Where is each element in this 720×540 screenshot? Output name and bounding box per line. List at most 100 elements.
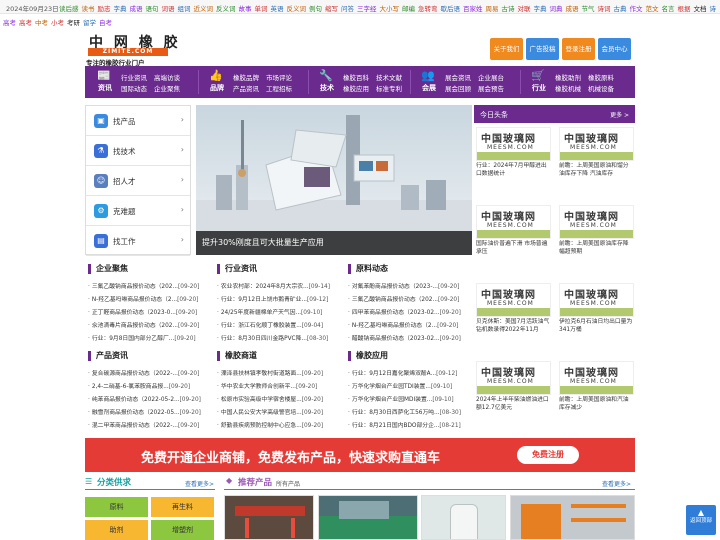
headline-card[interactable]: 中国玻璃网 MEESM.COM 国际油价普遍下滑 市场普遍承压	[476, 205, 551, 261]
nav-link[interactable]: 工程招标	[266, 83, 292, 93]
top-link[interactable]: 单词	[255, 5, 268, 13]
headline-card[interactable]: 中国玻璃网 MEESM.COM 2024年上半年柴油燃油进口额12.7亿美元	[476, 361, 551, 417]
headline-card[interactable]: 中国玻璃网 MEESM.COM 伊拉克6月石油日均出口量为341万桶	[559, 283, 634, 339]
headline-card[interactable]: 中国玻璃网 MEESM.COM 前瞻：上周美国原油和馏分油库存下降 汽油库存	[559, 127, 634, 183]
header-button[interactable]: 关于我们	[490, 38, 523, 60]
top-link[interactable]: 百家姓	[463, 5, 483, 13]
top-link[interactable]: 英语	[271, 5, 284, 13]
headline-more-link[interactable]: 更多 >	[610, 110, 629, 119]
top-link[interactable]: 古诗	[502, 5, 515, 13]
news-item[interactable]: · 复合碳源商品报价动态（2022-...[09-20]	[88, 368, 199, 377]
top-link[interactable]: 励志	[98, 5, 111, 13]
nav-group-name[interactable]: 品牌	[205, 83, 229, 93]
top-link[interactable]: 问答	[341, 5, 354, 13]
top-link[interactable]: 字典	[534, 5, 547, 13]
top-link[interactable]: 组词	[178, 5, 191, 13]
left-menu-item[interactable]: ⚗ 找技术 ›	[86, 136, 190, 166]
top-link[interactable]: 根据	[678, 5, 691, 13]
top-link[interactable]: 节气	[582, 5, 595, 13]
register-ad-banner[interactable]: 免费开通企业商铺，免费发布产品，快速求购直通车 免费注册	[85, 438, 635, 472]
top-link[interactable]: 诗词	[598, 5, 611, 13]
product-all-link[interactable]: 所有产品	[276, 479, 300, 488]
news-item[interactable]: · 2,4-二硝基-6-氯苯胺商品报...[09-20]	[88, 381, 190, 390]
category-tile[interactable]: 助剂	[85, 520, 148, 540]
news-item[interactable]: · 行业：9月8日国内部分乙醇厂...[09-20]	[88, 333, 196, 342]
top-link[interactable]: 歇后语	[441, 5, 461, 13]
register-button[interactable]: 免费注册	[517, 446, 579, 464]
nav-link[interactable]: 企业展台	[478, 72, 504, 82]
nav-group-name[interactable]: 资讯	[93, 83, 117, 93]
header-button[interactable]: 会员中心	[598, 38, 631, 60]
product-more-link[interactable]: 查看更多>	[602, 479, 631, 488]
news-item[interactable]: · 醋酸钠商品报价动态（2023-02...[09-20]	[348, 333, 461, 342]
top-link[interactable]: 大小写	[380, 5, 400, 13]
news-item[interactable]: · 三氟乙酸钠商品报价动态（202...[09-20]	[348, 294, 459, 303]
nav-group-name[interactable]: 技术	[315, 83, 339, 93]
exam-link[interactable]: 考研	[67, 19, 80, 27]
category-more-link[interactable]: 查看更多>	[185, 479, 214, 488]
product-thumb[interactable]	[421, 495, 506, 540]
nav-link[interactable]: 产品资讯	[233, 83, 259, 93]
exam-link[interactable]: 高考	[3, 19, 16, 27]
nav-link[interactable]: 展会回顾	[445, 83, 471, 93]
news-item[interactable]: · 万华化学烟台产业园MDI装置...[09-10]	[348, 394, 454, 403]
left-menu-item[interactable]: ▣ 找产品 ›	[86, 106, 190, 136]
news-item[interactable]: · 行业：浙江石化顺丁橡胶装置...[09-04]	[217, 320, 323, 329]
top-link[interactable]: 古典	[614, 5, 627, 13]
top-link[interactable]: 反义词	[287, 5, 307, 13]
news-item[interactable]: · 四甲苯商品报价动态（2023-02...[09-20]	[348, 307, 461, 316]
news-item[interactable]: · 混二甲苯商品报价动态（2022-...[09-20]	[88, 420, 199, 429]
news-item[interactable]: · 纯苯商品报价动态（2022-05-2...[09-20]	[88, 394, 201, 403]
news-item[interactable]: · 24/25年度新疆棉单产天气因...[09-10]	[217, 307, 322, 316]
nav-link[interactable]: 橡胶原料	[588, 72, 614, 82]
nav-group-name[interactable]: 会展	[417, 83, 441, 93]
top-link[interactable]: 近义词	[194, 5, 214, 13]
nav-link[interactable]: 行业资讯	[121, 72, 147, 82]
top-link[interactable]: 语句	[146, 5, 159, 13]
headline-card[interactable]: 中国玻璃网 MEESM.COM 行业：2024年7月甲醇进出口数据统计	[476, 127, 551, 183]
nav-link[interactable]: 市场评论	[266, 72, 292, 82]
news-item[interactable]: · 氽池滴毒片商品报价动态（202...[09-20]	[88, 320, 199, 329]
news-item[interactable]: · 松原市实验高级中学宿舍楼屋...[09-20]	[217, 394, 323, 403]
news-item[interactable]: · 行业：9月12日上饶市鹅青矿业...[09-12]	[217, 294, 328, 303]
nav-link[interactable]: 橡胶助剂	[555, 72, 581, 82]
top-link[interactable]: 成语	[566, 5, 579, 13]
nav-link[interactable]: 国际动态	[121, 83, 147, 93]
exam-link[interactable]: 高考	[19, 19, 32, 27]
exam-link[interactable]: 留学	[83, 19, 96, 27]
section-title[interactable]: 原料动态	[348, 264, 388, 274]
header-button[interactable]: 广告投稿	[526, 38, 559, 60]
section-title[interactable]: 行业资讯	[217, 264, 257, 274]
top-link[interactable]: 周易	[486, 5, 499, 13]
top-link[interactable]: 三字经	[357, 5, 377, 13]
news-item[interactable]: · 中国人民公安大学高级警官培...[09-20]	[217, 407, 323, 416]
top-link[interactable]: 文档	[694, 5, 707, 13]
exam-link[interactable]: 自考	[99, 19, 112, 27]
banner-slide[interactable]: 提升30%刚度且可大批量生产应用	[196, 105, 472, 255]
news-item[interactable]: · 行业：8月21日国内BDO部分企...[08-21]	[348, 420, 461, 429]
top-link[interactable]: 读后感	[59, 5, 79, 13]
headline-card[interactable]: 中国玻璃网 MEESM.COM 前瞻：上周美国原油和汽油库存减少	[559, 361, 634, 417]
top-link[interactable]: 反义词	[216, 5, 236, 13]
section-title[interactable]: 橡胶商道	[217, 351, 257, 361]
top-link[interactable]: 缩写	[325, 5, 338, 13]
news-item[interactable]: · 行业：8月30日四川金路PVC降...[08-30]	[217, 333, 328, 342]
news-item[interactable]: · 对氟苯酚商品报价动态（2023-...[09-20]	[348, 281, 459, 290]
top-link[interactable]: 急转弯	[418, 5, 438, 13]
product-thumb[interactable]	[318, 495, 418, 540]
category-tile[interactable]: 再生料	[151, 497, 214, 517]
nav-link[interactable]: 标准专利	[376, 83, 402, 93]
back-to-top-button[interactable]: ▲ 返回顶部	[686, 505, 716, 535]
headline-card[interactable]: 中国玻璃网 MEESM.COM 贝克休斯：美国7月活跃油气钻机数录得2022年11月	[476, 283, 551, 339]
news-item[interactable]: · 华中农业大学教师合创新平...[09-20]	[217, 381, 317, 390]
section-title[interactable]: 企业聚焦	[88, 264, 128, 274]
top-link[interactable]: 字典	[114, 5, 127, 13]
nav-link[interactable]: 橡胶品牌	[233, 72, 259, 82]
left-menu-item[interactable]: ⚙ 克难题 ›	[86, 196, 190, 226]
left-menu-item[interactable]: ▤ 找工作 ›	[86, 226, 190, 256]
top-link[interactable]: 作文	[630, 5, 643, 13]
top-link[interactable]: 词语	[162, 5, 175, 13]
news-item[interactable]: · 舒勤县疾病预防控制中心应急...[09-20]	[217, 420, 323, 429]
header-button[interactable]: 登录注册	[562, 38, 595, 60]
news-item[interactable]: · 万华化学烟台产业园TDI装置...[09-10]	[348, 381, 452, 390]
